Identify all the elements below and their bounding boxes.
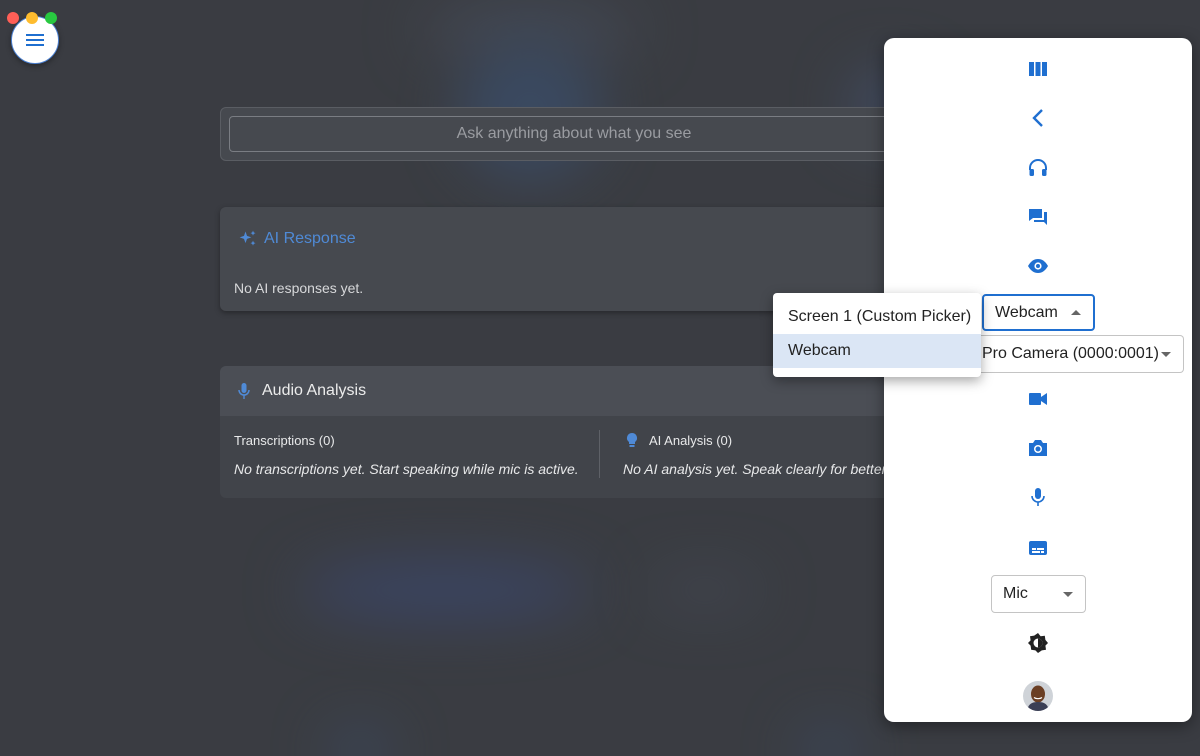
mic-icon xyxy=(1031,488,1045,506)
mic-icon xyxy=(238,383,250,399)
column-divider xyxy=(599,430,600,478)
dropdown-option-screen[interactable]: Screen 1 (Custom Picker) xyxy=(773,300,981,334)
ask-card xyxy=(220,107,922,161)
forum-icon xyxy=(1029,209,1047,225)
ask-input[interactable] xyxy=(229,116,919,152)
transcriptions-empty-text: No transcriptions yet. Start speaking wh… xyxy=(234,461,579,477)
user-avatar[interactable] xyxy=(1023,681,1053,711)
eye-icon xyxy=(1028,259,1048,273)
columns-button[interactable] xyxy=(1026,57,1050,81)
window-maximize-button[interactable] xyxy=(45,12,57,24)
hamburger-menu-icon xyxy=(26,34,44,46)
ai-analysis-header: AI Analysis (0) xyxy=(649,433,733,448)
audio-select[interactable]: Mic xyxy=(991,575,1086,613)
source-select-value: Webcam xyxy=(995,303,1058,321)
avatar-image xyxy=(1023,681,1053,711)
columns-icon xyxy=(1029,62,1047,76)
audio-analysis-title: Audio Analysis xyxy=(262,382,367,399)
window-controls xyxy=(7,12,57,24)
mic-button[interactable] xyxy=(1026,485,1050,509)
audio-select-value: Mic xyxy=(1003,585,1028,602)
subtitles-icon xyxy=(1029,541,1047,555)
subtitles-button[interactable] xyxy=(1026,536,1050,560)
source-dropdown-menu: Screen 1 (Custom Picker) Webcam xyxy=(773,293,981,377)
headset-button[interactable] xyxy=(1026,156,1050,180)
brightness-icon xyxy=(1028,633,1048,653)
camera-icon xyxy=(1029,440,1047,456)
vision-button[interactable] xyxy=(1026,254,1050,278)
lightbulb-icon xyxy=(627,433,637,447)
caret-down-icon xyxy=(1063,591,1073,597)
capture-button[interactable] xyxy=(1026,436,1050,460)
collapse-button[interactable] xyxy=(1026,106,1050,130)
camera-select-value: Pro Camera (0000:0001) xyxy=(982,345,1159,362)
audio-analysis-card: Audio Analysis Transcriptions (0) No tra… xyxy=(220,366,920,498)
theme-button[interactable] xyxy=(1026,631,1050,655)
ai-response-empty-text: No AI responses yet. xyxy=(234,280,364,296)
ai-response-title: AI Response xyxy=(264,230,356,247)
source-select[interactable]: Webcam xyxy=(982,294,1095,331)
video-button[interactable] xyxy=(1026,387,1050,411)
headset-icon xyxy=(1029,159,1047,176)
window-minimize-button[interactable] xyxy=(26,12,38,24)
dropdown-option-webcam[interactable]: Webcam xyxy=(773,334,981,368)
sparkle-icon xyxy=(239,230,256,246)
camera-select[interactable]: Pro Camera (0000:0001) xyxy=(964,335,1184,373)
ai-analysis-empty-text: No AI analysis yet. Speak clearly for be… xyxy=(623,461,885,477)
window-close-button[interactable] xyxy=(7,12,19,24)
chat-button[interactable] xyxy=(1026,205,1050,229)
side-panel: Webcam Pro Camera (0000:0001) Mic xyxy=(884,38,1192,722)
caret-up-icon xyxy=(1071,310,1081,315)
chevron-left-icon xyxy=(1032,109,1043,127)
videocam-icon xyxy=(1029,393,1047,405)
caret-down-icon xyxy=(1161,351,1171,357)
transcriptions-header: Transcriptions (0) xyxy=(234,433,335,448)
